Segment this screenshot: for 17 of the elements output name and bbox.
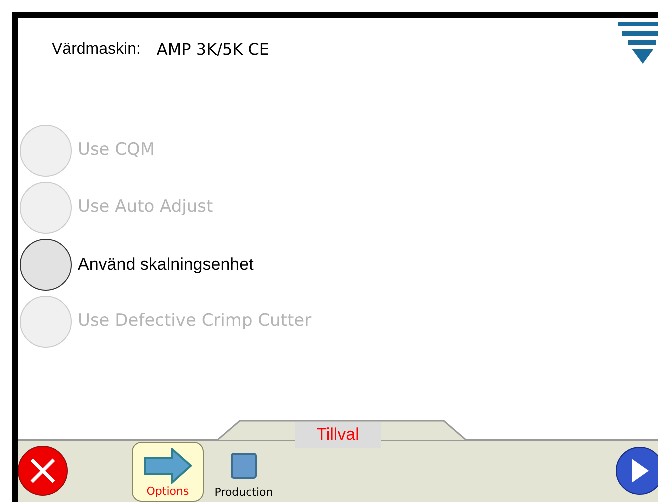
option-label: Use Auto Adjust	[78, 196, 214, 219]
toolbar-tab[interactable]: Production	[208, 442, 280, 502]
toolbar-tab[interactable]: Options	[132, 442, 204, 502]
arrow-icon	[144, 448, 192, 484]
option-toggle[interactable]	[20, 238, 72, 290]
close-button[interactable]	[18, 446, 68, 496]
square-icon	[231, 452, 257, 478]
play-icon	[630, 458, 650, 484]
next-button[interactable]	[616, 447, 658, 495]
option-label: Use CQM	[78, 138, 156, 162]
tab-title[interactable]: Tillval	[295, 422, 381, 448]
host-value: AMP 3K/5K CE	[156, 39, 270, 61]
menu-icon[interactable]	[618, 22, 658, 64]
option-label: Use Defective Crimp Cutter	[78, 310, 312, 333]
option-label: Använd skalningsenhet	[78, 254, 254, 276]
host-label: Värdmaskin:	[52, 40, 141, 60]
close-icon	[30, 458, 56, 484]
